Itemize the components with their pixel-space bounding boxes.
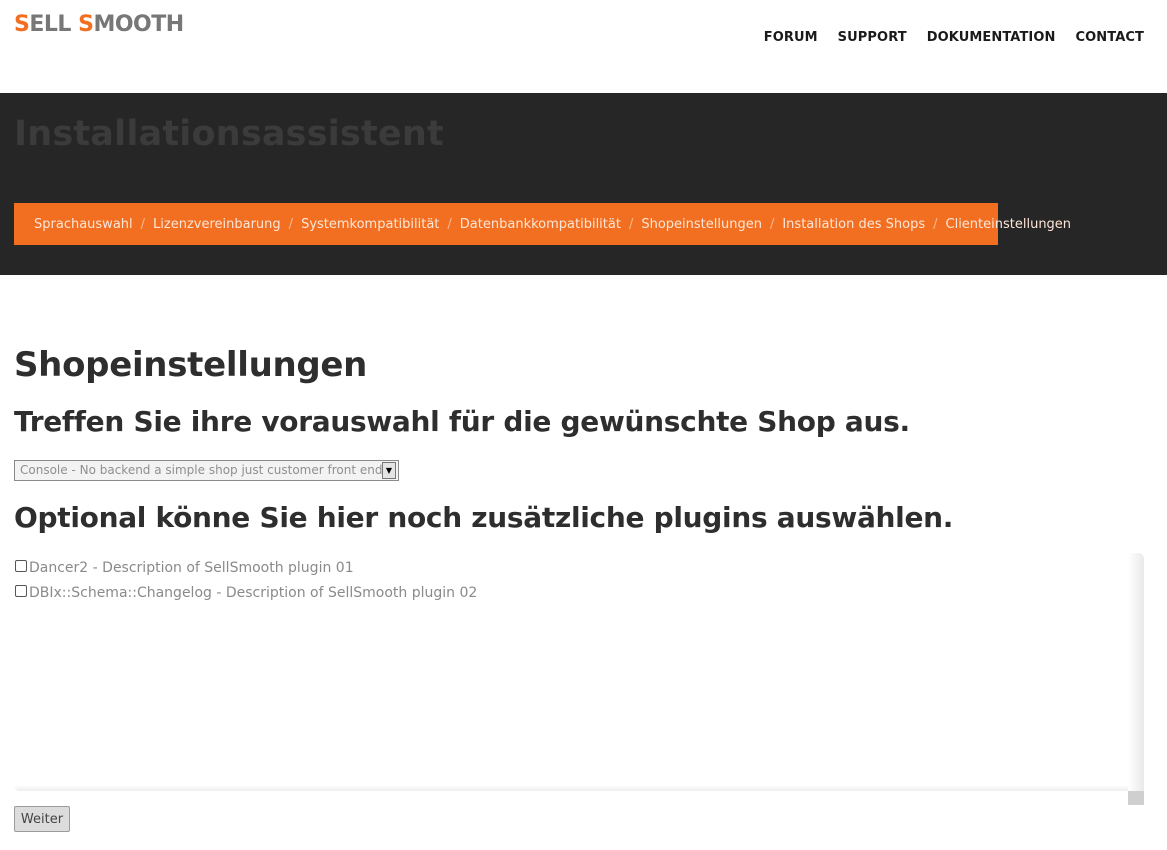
plugin-label-dbix-schema-changelog: DBIx::Schema::Changelog - Description of…: [29, 585, 478, 601]
nav-dokumentation[interactable]: DOKUMENTATION: [927, 30, 1056, 46]
logo-text-ell: ELL: [29, 12, 79, 37]
page-banner: Installationsassistent Sprachauswahl / L…: [0, 93, 1167, 275]
breadcrumb-datenbankkompatibilitaet[interactable]: Datenbankkompatibilität: [460, 217, 621, 232]
resize-edge-right: [1128, 553, 1144, 791]
plugins-heading: Optional könne Sie hier noch zusätzliche…: [14, 501, 954, 534]
breadcrumb-separator: /: [933, 216, 938, 232]
chevron-down-icon[interactable]: ▼: [382, 462, 396, 479]
logo[interactable]: SELL SMOOTH: [14, 11, 184, 39]
resize-handle[interactable]: [1128, 791, 1144, 805]
breadcrumb-separator: /: [769, 216, 775, 232]
plugin-list[interactable]: Dancer2 - Description of SellSmooth plug…: [14, 553, 1144, 805]
breadcrumb-installation-des-shops[interactable]: Installation des Shops: [782, 217, 925, 232]
breadcrumb-lizenzvereinbarung[interactable]: Lizenzvereinbarung: [153, 217, 281, 232]
logo-text-mooth: MOOTH: [93, 12, 184, 37]
nav-forum[interactable]: FORUM: [764, 30, 818, 46]
breadcrumb: Sprachauswahl / Lizenzvereinbarung / Sys…: [14, 203, 1071, 245]
main-nav: FORUM SUPPORT DOKUMENTATION CONTACT: [764, 30, 1144, 46]
plugin-checkbox-dbix-schema-changelog[interactable]: [15, 585, 27, 597]
shop-selection-heading: Treffen Sie ihre vorauswahl für die gewü…: [14, 405, 910, 438]
shop-type-selected-value: Console - No backend a simple shop just …: [20, 463, 382, 477]
plugin-item-dbix-schema-changelog[interactable]: DBIx::Schema::Changelog - Description of…: [15, 584, 477, 602]
site-header: SELL SMOOTH FORUM SUPPORT DOKUMENTATION …: [0, 0, 1167, 93]
breadcrumb-separator: /: [447, 216, 452, 232]
breadcrumb-sprachauswahl[interactable]: Sprachauswahl: [34, 217, 133, 232]
breadcrumb-systemkompatibilitaet[interactable]: Systemkompatibilität: [301, 217, 439, 232]
page-title: Shopeinstellungen: [14, 345, 368, 385]
plugin-item-dancer2[interactable]: Dancer2 - Description of SellSmooth plug…: [15, 559, 354, 577]
plugin-label-dancer2: Dancer2 - Description of SellSmooth plug…: [29, 560, 354, 576]
breadcrumb-separator: /: [628, 216, 634, 232]
logo-letter-s1: S: [14, 12, 30, 37]
plugin-checkbox-dancer2[interactable]: [15, 560, 27, 572]
breadcrumb-separator: /: [140, 216, 146, 232]
nav-support[interactable]: SUPPORT: [838, 30, 907, 46]
banner-title: Installationsassistent: [14, 114, 444, 154]
breadcrumb-clienteinstellungen[interactable]: Clienteinstellungen: [946, 217, 1072, 232]
resize-edge-bottom: [14, 785, 1128, 791]
breadcrumb-separator: /: [288, 216, 294, 232]
breadcrumb-shopeinstellungen[interactable]: Shopeinstellungen: [641, 217, 762, 232]
nav-contact[interactable]: CONTACT: [1076, 30, 1145, 46]
shop-type-select[interactable]: Console - No backend a simple shop just …: [14, 460, 399, 481]
logo-letter-s2: S: [78, 12, 94, 37]
next-button[interactable]: Weiter: [14, 806, 70, 832]
